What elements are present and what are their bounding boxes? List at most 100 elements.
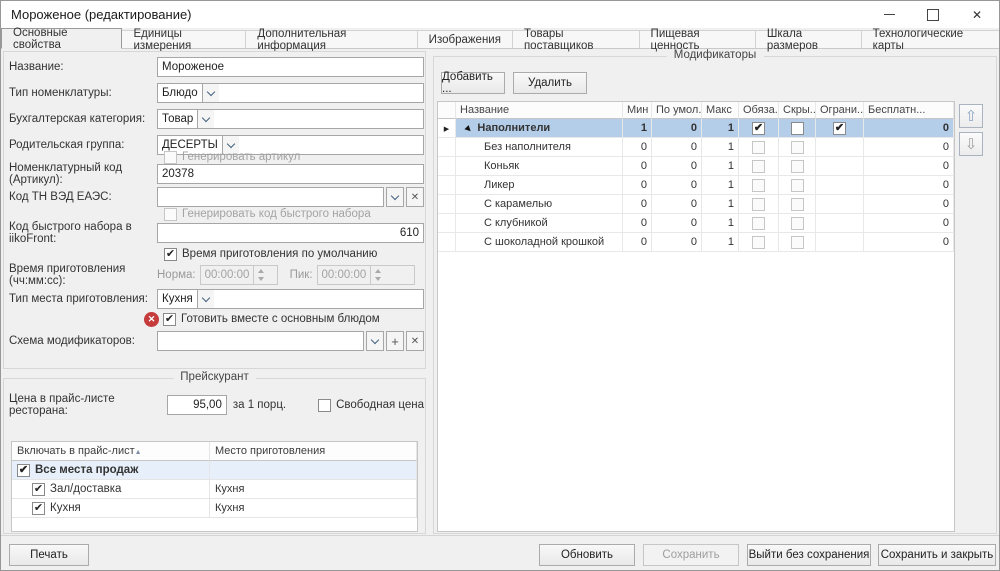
norm-label: Норма: <box>157 269 196 281</box>
column-default-header[interactable]: По умол... <box>652 102 702 119</box>
chevron-down-icon[interactable] <box>202 84 219 102</box>
required-checkbox[interactable] <box>752 141 765 154</box>
scheme-add-button[interactable] <box>386 331 404 351</box>
chevron-down-icon[interactable] <box>197 110 214 128</box>
required-checkbox[interactable] <box>752 160 765 173</box>
tab-images[interactable]: Изображения <box>417 30 513 48</box>
modifier-group-row[interactable]: Наполнители 1 0 1 0 <box>438 119 954 138</box>
spinner-icon <box>253 266 268 284</box>
move-down-button[interactable] <box>959 132 983 156</box>
chevron-down-icon[interactable] <box>197 290 214 308</box>
save-and-close-button[interactable]: Сохранить и закрыть <box>878 544 996 566</box>
tab-tech-cards[interactable]: Технологические карты <box>861 30 1000 48</box>
column-include-header[interactable]: Включать в прайс-лист <box>12 442 210 461</box>
tab-additional-info[interactable]: Дополнительная информация <box>245 30 417 48</box>
table-row[interactable]: Зал/доставка Кухня <box>12 480 417 499</box>
scheme-clear-button[interactable] <box>406 331 424 351</box>
tab-supplier-goods[interactable]: Товары поставщиков <box>512 30 640 48</box>
cook-place-type-label: Тип места приготовления: <box>9 293 157 305</box>
modifier-row[interactable]: С карамелью 0 0 1 0 <box>438 195 954 214</box>
hidden-checkbox[interactable] <box>791 122 804 135</box>
tnved-code-label: Код ТН ВЭД ЕАЭС: <box>9 191 157 203</box>
table-row[interactable]: Кухня Кухня <box>12 499 417 518</box>
dialog-window: Мороженое (редактирование) Основные свой… <box>0 0 1000 571</box>
tnved-dropdown-button[interactable] <box>386 187 404 207</box>
cook-with-main-label: Готовить вместе с основным блюдом <box>181 313 380 325</box>
table-row[interactable]: Все места продаж <box>12 461 417 480</box>
modifier-scheme-input[interactable] <box>157 331 364 351</box>
exit-without-save-button[interactable]: Выйти без сохранения <box>747 544 871 566</box>
column-free-header[interactable]: Бесплатн... <box>864 102 954 119</box>
required-checkbox[interactable] <box>752 217 765 230</box>
modifier-row[interactable]: Коньяк 0 0 1 0 <box>438 157 954 176</box>
column-hidden-header[interactable]: Скры... <box>779 102 816 119</box>
add-modifier-button[interactable]: Добавить ... <box>441 72 505 94</box>
hidden-checkbox[interactable] <box>791 236 804 249</box>
pricelist-table: Включать в прайс-лист Место приготовлени… <box>11 441 418 532</box>
article-code-label: Номенклатурный код (Артикул): <box>9 162 157 186</box>
accounting-category-select[interactable]: Товар <box>157 109 424 129</box>
tab-size-scale[interactable]: Шкала размеров <box>755 30 862 48</box>
expand-icon[interactable] <box>466 122 471 134</box>
scheme-dropdown-button[interactable] <box>366 331 384 351</box>
cook-with-main-checkbox[interactable] <box>163 313 176 326</box>
current-row-icon <box>444 122 449 134</box>
quick-code-input[interactable]: 610 <box>157 223 424 243</box>
modifier-row[interactable]: Без наполнителя 0 0 1 0 <box>438 138 954 157</box>
tnved-clear-button[interactable] <box>406 187 424 207</box>
close-button[interactable] <box>955 1 999 28</box>
tab-units[interactable]: Единицы измерения <box>121 30 246 48</box>
column-name-header[interactable]: Название <box>456 102 623 119</box>
name-input[interactable]: Мороженое <box>157 57 424 77</box>
minimize-button[interactable] <box>867 1 911 28</box>
refresh-button[interactable]: Обновить <box>539 544 635 566</box>
generate-quick-code-checkbox <box>164 208 177 221</box>
default-cook-time-checkbox[interactable] <box>164 248 177 261</box>
column-min-header[interactable]: Мин <box>623 102 652 119</box>
limited-checkbox[interactable] <box>833 122 846 135</box>
row-checkbox[interactable] <box>32 483 45 496</box>
tnved-code-input[interactable] <box>157 187 384 207</box>
cook-place-type-select[interactable]: Кухня <box>157 289 424 309</box>
article-code-input[interactable]: 20378 <box>157 164 424 184</box>
sort-asc-icon <box>135 445 142 457</box>
delete-modifier-button[interactable]: Удалить <box>513 72 587 94</box>
nomenclature-type-label: Тип номенклатуры: <box>9 87 157 99</box>
modifier-row[interactable]: Ликер 0 0 1 0 <box>438 176 954 195</box>
modifiers-legend: Модификаторы <box>667 49 764 61</box>
required-checkbox[interactable] <box>752 179 765 192</box>
norm-time-input: 00:00:00 <box>200 265 278 285</box>
price-label: Цена в прайс-листе ресторана: <box>9 393 167 417</box>
column-required-header[interactable]: Обяза... <box>739 102 779 119</box>
modifiers-table-header: Название Мин По умол... Макс Обяза... Ск… <box>438 102 954 119</box>
hidden-checkbox[interactable] <box>791 141 804 154</box>
move-up-button[interactable] <box>959 104 983 128</box>
row-indicator-header <box>438 102 456 119</box>
hidden-checkbox[interactable] <box>791 179 804 192</box>
column-max-header[interactable]: Макс <box>702 102 739 119</box>
price-input[interactable]: 95,00 <box>167 395 227 415</box>
nomenclature-type-select[interactable]: Блюдо <box>157 83 424 103</box>
modifier-row[interactable]: С шоколадной крошкой 0 0 1 0 <box>438 233 954 252</box>
save-button: Сохранить <box>643 544 739 566</box>
required-checkbox[interactable] <box>752 198 765 211</box>
column-limited-header[interactable]: Ограни... <box>816 102 864 119</box>
required-checkbox[interactable] <box>752 122 765 135</box>
hidden-checkbox[interactable] <box>791 160 804 173</box>
maximize-button[interactable] <box>911 1 955 28</box>
hidden-checkbox[interactable] <box>791 217 804 230</box>
row-checkbox[interactable] <box>32 502 45 515</box>
required-checkbox[interactable] <box>752 236 765 249</box>
tab-main-properties[interactable]: Основные свойства <box>1 28 122 49</box>
row-checkbox[interactable] <box>17 464 30 477</box>
per-portion-label: за 1 порц. <box>233 399 286 411</box>
free-price-checkbox[interactable] <box>318 399 331 412</box>
parent-group-label: Родительская группа: <box>9 139 157 151</box>
modifier-row[interactable]: С клубникой 0 0 1 0 <box>438 214 954 233</box>
title-bar: Мороженое (редактирование) <box>1 1 999 28</box>
print-button[interactable]: Печать <box>9 544 89 566</box>
hidden-checkbox[interactable] <box>791 198 804 211</box>
modifiers-table: Название Мин По умол... Макс Обяза... Ск… <box>437 101 955 532</box>
tab-nutrition[interactable]: Пищевая ценность <box>639 30 756 48</box>
column-place-header[interactable]: Место приготовления <box>210 442 417 461</box>
